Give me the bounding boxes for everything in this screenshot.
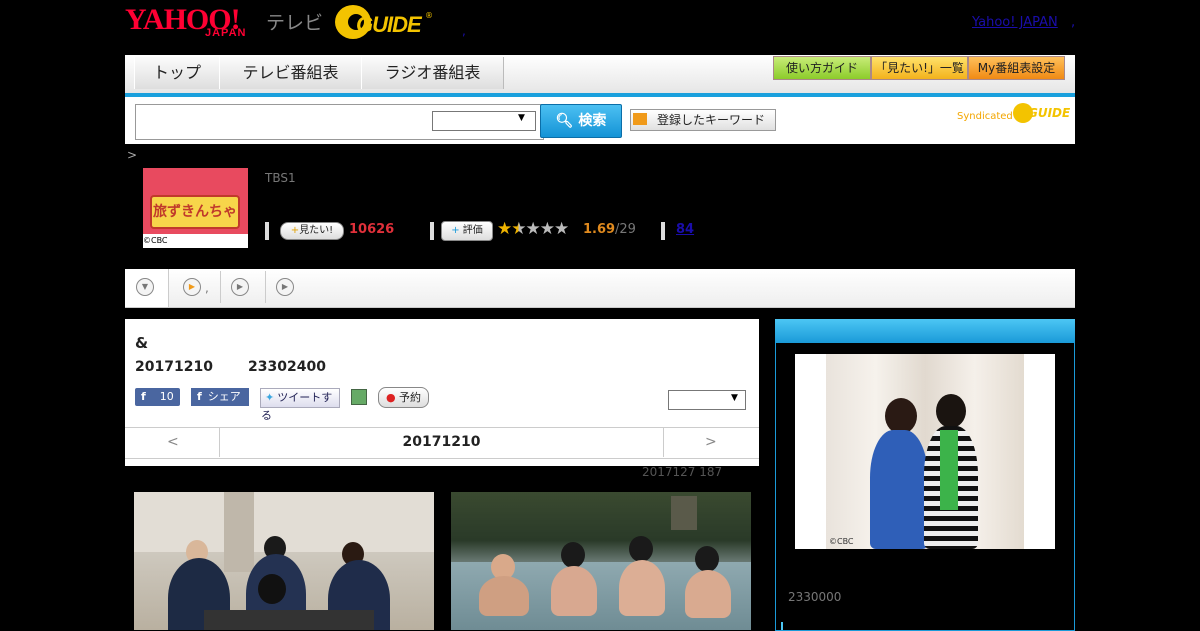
breadcrumb: > [127, 148, 138, 162]
next-date-button[interactable]: > [705, 434, 717, 450]
rating-score: 1.69 [583, 222, 616, 237]
facebook-share-label: シェア [207, 390, 241, 403]
photo-person [685, 570, 731, 618]
photo-table [204, 610, 374, 630]
yahoo-japan-link[interactable]: Yahoo! JAPAN [972, 15, 1058, 30]
dropdown-arrow-icon [633, 113, 647, 125]
reserve-label: 予約 [399, 391, 422, 404]
photo-person-head [561, 542, 585, 568]
tv-logo-text[interactable]: テレビ [266, 8, 323, 35]
rating-stars: ★★★★★ [497, 219, 569, 239]
tab-play-icon[interactable]: ▶ [276, 278, 294, 296]
facebook-like-count: 10 [159, 390, 174, 403]
program-thumbnail-title: 旅ずきんちゃ [150, 195, 240, 229]
header-link-separator: , [1071, 15, 1076, 30]
search-button-label: 検索 [578, 113, 607, 129]
plus-icon: + [451, 225, 463, 236]
reserve-button[interactable]: ● 予約 [378, 387, 429, 408]
photo-person-head [629, 536, 653, 562]
tab-down-icon: ▼ [136, 278, 154, 296]
divider [265, 222, 269, 240]
header-separator: , [462, 24, 466, 38]
yahoo-logo-japan: JAPAN [205, 27, 247, 39]
tab-play-icon[interactable]: ▶ [231, 278, 249, 296]
program-tab-bar [125, 269, 1075, 308]
syndicated-gguide-text: GUIDE [1028, 106, 1071, 120]
photo-pillar [224, 492, 254, 572]
star-empty-icon: ★ [539, 219, 555, 239]
plus-icon: + [290, 225, 300, 236]
photo-person-head [258, 574, 286, 604]
nav-tab-radio-schedule[interactable]: ラジオ番組表 [361, 57, 504, 89]
photo-lantern [671, 496, 697, 530]
sidebar-header [775, 319, 1075, 343]
review-count-link[interactable]: 84 [676, 222, 694, 237]
gguide-logo-text: GUIDE [356, 12, 422, 37]
photo-person [870, 430, 928, 549]
nav-tab-top[interactable]: トップ [134, 57, 220, 89]
photo-person-head [885, 398, 917, 434]
calendar-add-icon[interactable] [351, 389, 367, 405]
star-half-icon: ★ [511, 219, 526, 239]
mitai-list-button[interactable]: 「見たい!」一覧 [871, 56, 968, 80]
broadcast-date: 20171210 [135, 359, 213, 375]
my-schedule-settings-button[interactable]: My番組表設定 [968, 56, 1065, 80]
star-empty-icon: ★ [525, 219, 541, 239]
search-button[interactable]: 🔍︎ 検索 [540, 104, 622, 138]
sidebar-accent-bar [781, 622, 783, 630]
mitai-button-label: 見たい! [299, 225, 334, 236]
facebook-icon: f [141, 390, 146, 403]
usage-guide-button[interactable]: 使い方ガイド [773, 56, 871, 80]
photo-person-head [695, 546, 719, 572]
select-arrow-icon: ▼ [518, 113, 525, 123]
photo-person [551, 566, 597, 616]
twitter-bird-icon: ✦ [265, 391, 275, 404]
broadcast-time: 23302400 [248, 359, 326, 375]
facebook-icon: f [197, 390, 202, 403]
record-dot-icon: ● [385, 391, 400, 404]
mitai-button[interactable]: +見たい! [280, 222, 344, 240]
sidebar-price: 2330000 [788, 590, 842, 604]
divider [661, 222, 665, 240]
star-full-icon: ★ [497, 219, 512, 239]
registered-mark: ® [425, 11, 433, 20]
tab-label: , [205, 281, 209, 295]
select-arrow-icon: ▼ [731, 393, 738, 403]
tweet-button[interactable]: ✦ ツイートする [260, 388, 340, 422]
program-note: 2017127 187 [642, 465, 723, 479]
photo-person [619, 560, 665, 616]
photo-person [479, 576, 529, 616]
program-title: & [135, 334, 149, 352]
registered-keyword-button[interactable]: 登録したキーワード [630, 109, 776, 131]
program-thumbnail-copyright: ©CBC [143, 234, 248, 248]
tab-play-icon[interactable]: ▶ [183, 278, 201, 296]
registered-keyword-label: 登録したキーワード [657, 113, 766, 127]
tab-separator [265, 271, 266, 303]
date-nav-separator [663, 428, 664, 457]
station-name: TBS1 [265, 171, 296, 185]
program-photo-onsen[interactable] [451, 492, 751, 630]
divider [430, 222, 434, 240]
nav-tab-tv-schedule[interactable]: テレビ番組表 [219, 57, 362, 89]
star-empty-icon: ★ [554, 219, 569, 239]
previous-date-button[interactable]: < [167, 434, 179, 450]
sidebar-photo-copyright: ©CBC [829, 537, 854, 546]
photo-scarf [940, 430, 958, 510]
rate-button[interactable]: + 評価 [441, 221, 493, 241]
syndicated-label: Syndicated [957, 111, 1013, 122]
program-photo-dining[interactable] [134, 492, 434, 630]
photo-person-head [936, 394, 966, 428]
facebook-share-button[interactable]: f シェア [191, 388, 249, 406]
rating-count: /29 [615, 222, 636, 237]
search-icon: 🔍︎ [555, 113, 579, 129]
current-date: 20171210 [402, 434, 481, 450]
tab-separator [220, 271, 221, 303]
facebook-like-button[interactable]: f 10 [135, 388, 180, 406]
rate-button-label: 評価 [462, 225, 483, 236]
mitai-count: 10626 [349, 222, 395, 237]
